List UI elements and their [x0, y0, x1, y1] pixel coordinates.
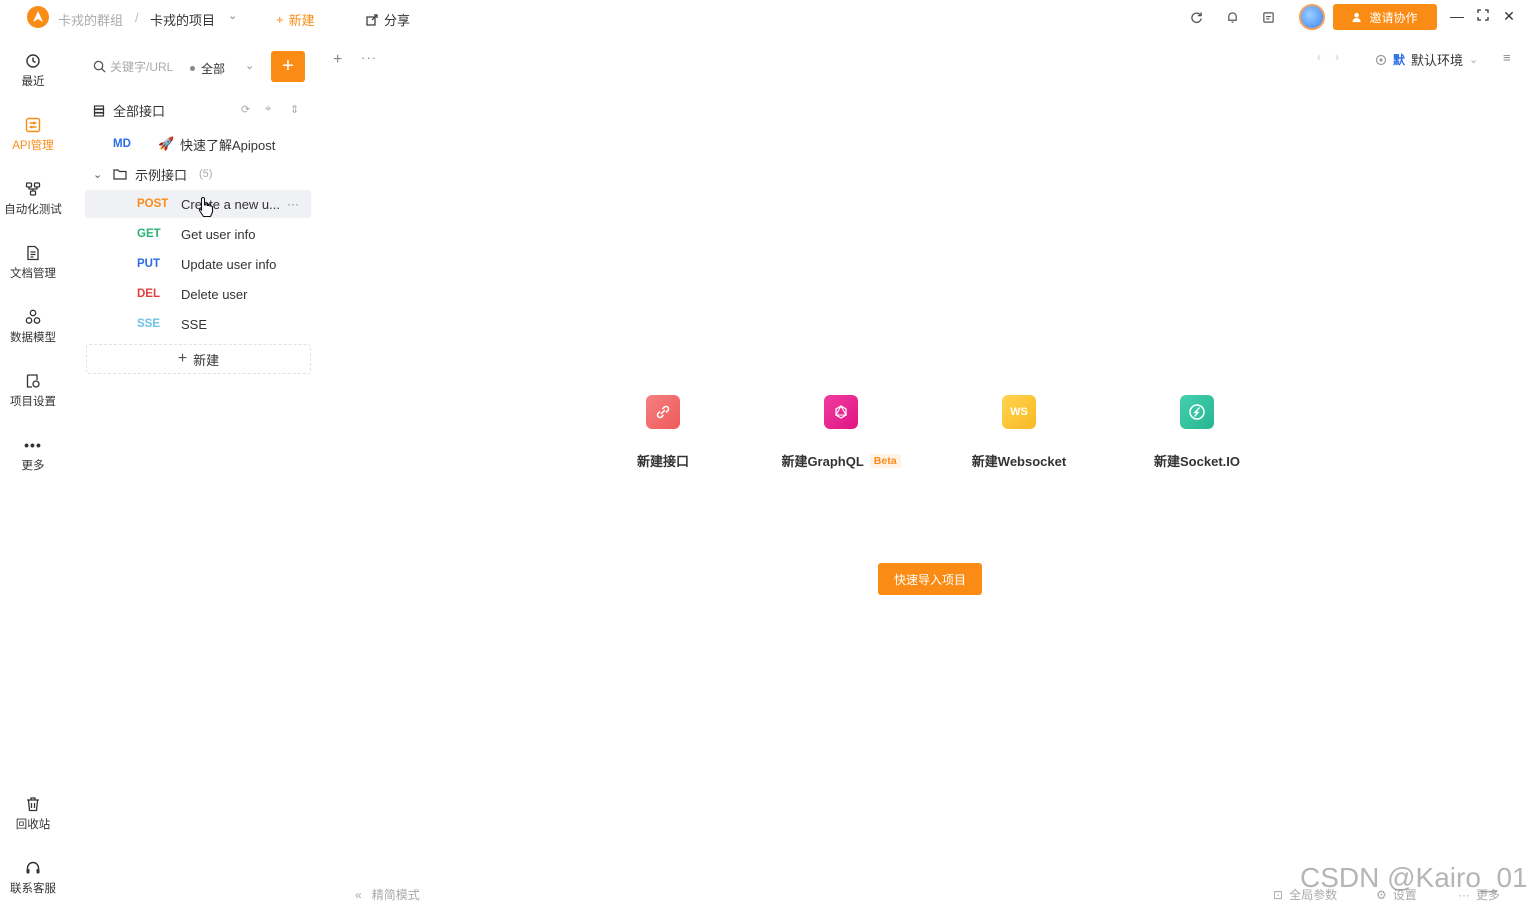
tree-root-all-apis[interactable]: 全部接口 — [93, 101, 165, 120]
user-add-icon — [1352, 12, 1362, 22]
locate-icon[interactable]: ⌖ — [265, 103, 271, 116]
new-graphql-card[interactable]: 新建GraphQL Beta — [776, 395, 906, 470]
refresh-icon[interactable]: ⟳ — [241, 103, 250, 116]
link-icon — [646, 395, 680, 429]
tab-more-icon[interactable]: ··· — [361, 50, 377, 65]
new-button[interactable]: + 新建 — [276, 10, 315, 29]
websocket-icon: WS — [1002, 395, 1036, 429]
beta-badge: Beta — [869, 453, 901, 468]
nav-project-settings[interactable]: 项目设置 — [0, 372, 66, 422]
refresh-icon[interactable] — [1188, 9, 1204, 25]
database-icon — [93, 104, 105, 117]
hand-cursor-icon — [198, 196, 214, 218]
automation-icon — [24, 180, 42, 198]
close-icon[interactable]: ✕ — [1501, 8, 1517, 25]
notes-icon[interactable] — [1260, 9, 1276, 25]
title-bar: 卡戎的群组 / 卡戎的项目 ⌄ + 新建 分享 邀请协作 — ✕ — [0, 0, 1533, 34]
nav-recent[interactable]: 最近 — [0, 52, 66, 102]
menu-icon[interactable]: ≡ — [1503, 50, 1511, 65]
new-websocket-card[interactable]: WS 新建Websocket — [954, 395, 1084, 470]
document-icon — [24, 244, 42, 262]
params-icon: ⊡ — [1273, 887, 1284, 902]
add-api-button[interactable]: + — [271, 51, 305, 82]
method-filter-select[interactable]: 全部 — [190, 60, 225, 77]
chevron-down-icon[interactable]: ⌄ — [228, 9, 237, 22]
nav-api-management[interactable]: API管理 — [0, 116, 66, 166]
search-input[interactable]: 关键字/URL — [110, 58, 173, 75]
quick-import-button[interactable]: 快速导入项目 — [878, 563, 982, 595]
nav-document-management[interactable]: 文档管理 — [0, 244, 66, 294]
share-button[interactable]: 分享 — [366, 10, 410, 29]
api-icon — [24, 116, 42, 134]
nav-recycle-bin[interactable]: 回收站 — [0, 795, 66, 845]
chevron-down-icon[interactable]: ⌄ — [93, 168, 102, 181]
tree-folder-example-apis[interactable]: ⌄ 示例接口 (5) — [85, 160, 311, 188]
socketio-icon — [1180, 395, 1214, 429]
headset-icon — [24, 859, 42, 877]
tab-nav-arrows-icon[interactable]: ‹› — [1317, 50, 1353, 64]
graphql-icon — [824, 395, 858, 429]
share-icon — [366, 13, 378, 26]
plus-icon: + — [177, 350, 188, 367]
invite-collaborate-button[interactable]: 邀请协作 — [1333, 4, 1437, 30]
tree-item-api[interactable]: DEL Delete user — [85, 280, 311, 308]
more-actions-icon[interactable]: ··· — [287, 197, 299, 211]
nav-automation-test[interactable]: 自动化测试 — [0, 180, 66, 230]
search-box[interactable]: 关键字/URL — [93, 58, 173, 75]
minimize-icon[interactable]: — — [1449, 8, 1465, 24]
tree-item-api[interactable]: PUT Update user info — [85, 250, 311, 278]
tree-item-md-doc[interactable]: MD 🚀 快速了解Apipost — [85, 130, 311, 158]
app-logo — [27, 6, 49, 28]
plus-icon: + — [282, 55, 294, 77]
maximize-icon[interactable] — [1475, 8, 1491, 24]
nav-customer-service[interactable]: 联系客服 — [0, 859, 66, 906]
nav-more[interactable]: ••• 更多 — [0, 436, 66, 486]
breadcrumb-team[interactable]: 卡戎的群组 — [58, 10, 123, 29]
plus-icon: + — [276, 12, 284, 27]
trash-icon — [24, 795, 42, 813]
history-icon — [24, 52, 42, 70]
collapse-left-icon: « — [355, 887, 362, 902]
data-model-icon — [24, 308, 42, 326]
sidebar-new-button[interactable]: + 新建 — [86, 344, 311, 374]
new-socketio-card[interactable]: 新建Socket.IO — [1132, 395, 1262, 470]
rocket-icon: 🚀 — [158, 136, 175, 151]
tree-item-api[interactable]: SSE SSE — [85, 310, 311, 338]
avatar[interactable] — [1299, 4, 1325, 30]
environment-select[interactable]: 默 默认环境 ⌄ — [1375, 50, 1478, 69]
breadcrumb-separator: / — [135, 10, 139, 25]
new-api-card[interactable]: 新建接口 — [598, 395, 728, 470]
simple-mode-toggle[interactable]: « 精简模式 — [355, 886, 420, 903]
add-tab-icon[interactable]: + — [333, 51, 342, 69]
chevron-down-icon[interactable]: ⌄ — [245, 59, 254, 72]
search-icon — [93, 60, 106, 73]
folder-icon — [113, 169, 127, 180]
nav-data-model[interactable]: 数据模型 — [0, 308, 66, 358]
breadcrumb-project[interactable]: 卡戎的项目 — [150, 10, 215, 29]
expand-collapse-icon[interactable]: ⇕ — [290, 103, 299, 116]
more-icon: ••• — [24, 437, 42, 453]
filter-dot-icon — [190, 66, 195, 71]
watermark: CSDN @Kairo_01 — [1300, 862, 1528, 893]
bell-icon[interactable] — [1224, 9, 1240, 25]
project-settings-icon — [24, 372, 42, 390]
eye-icon — [1375, 54, 1387, 65]
tree-item-api[interactable]: GET Get user info — [85, 220, 311, 248]
chevron-down-icon: ⌄ — [1469, 54, 1479, 66]
